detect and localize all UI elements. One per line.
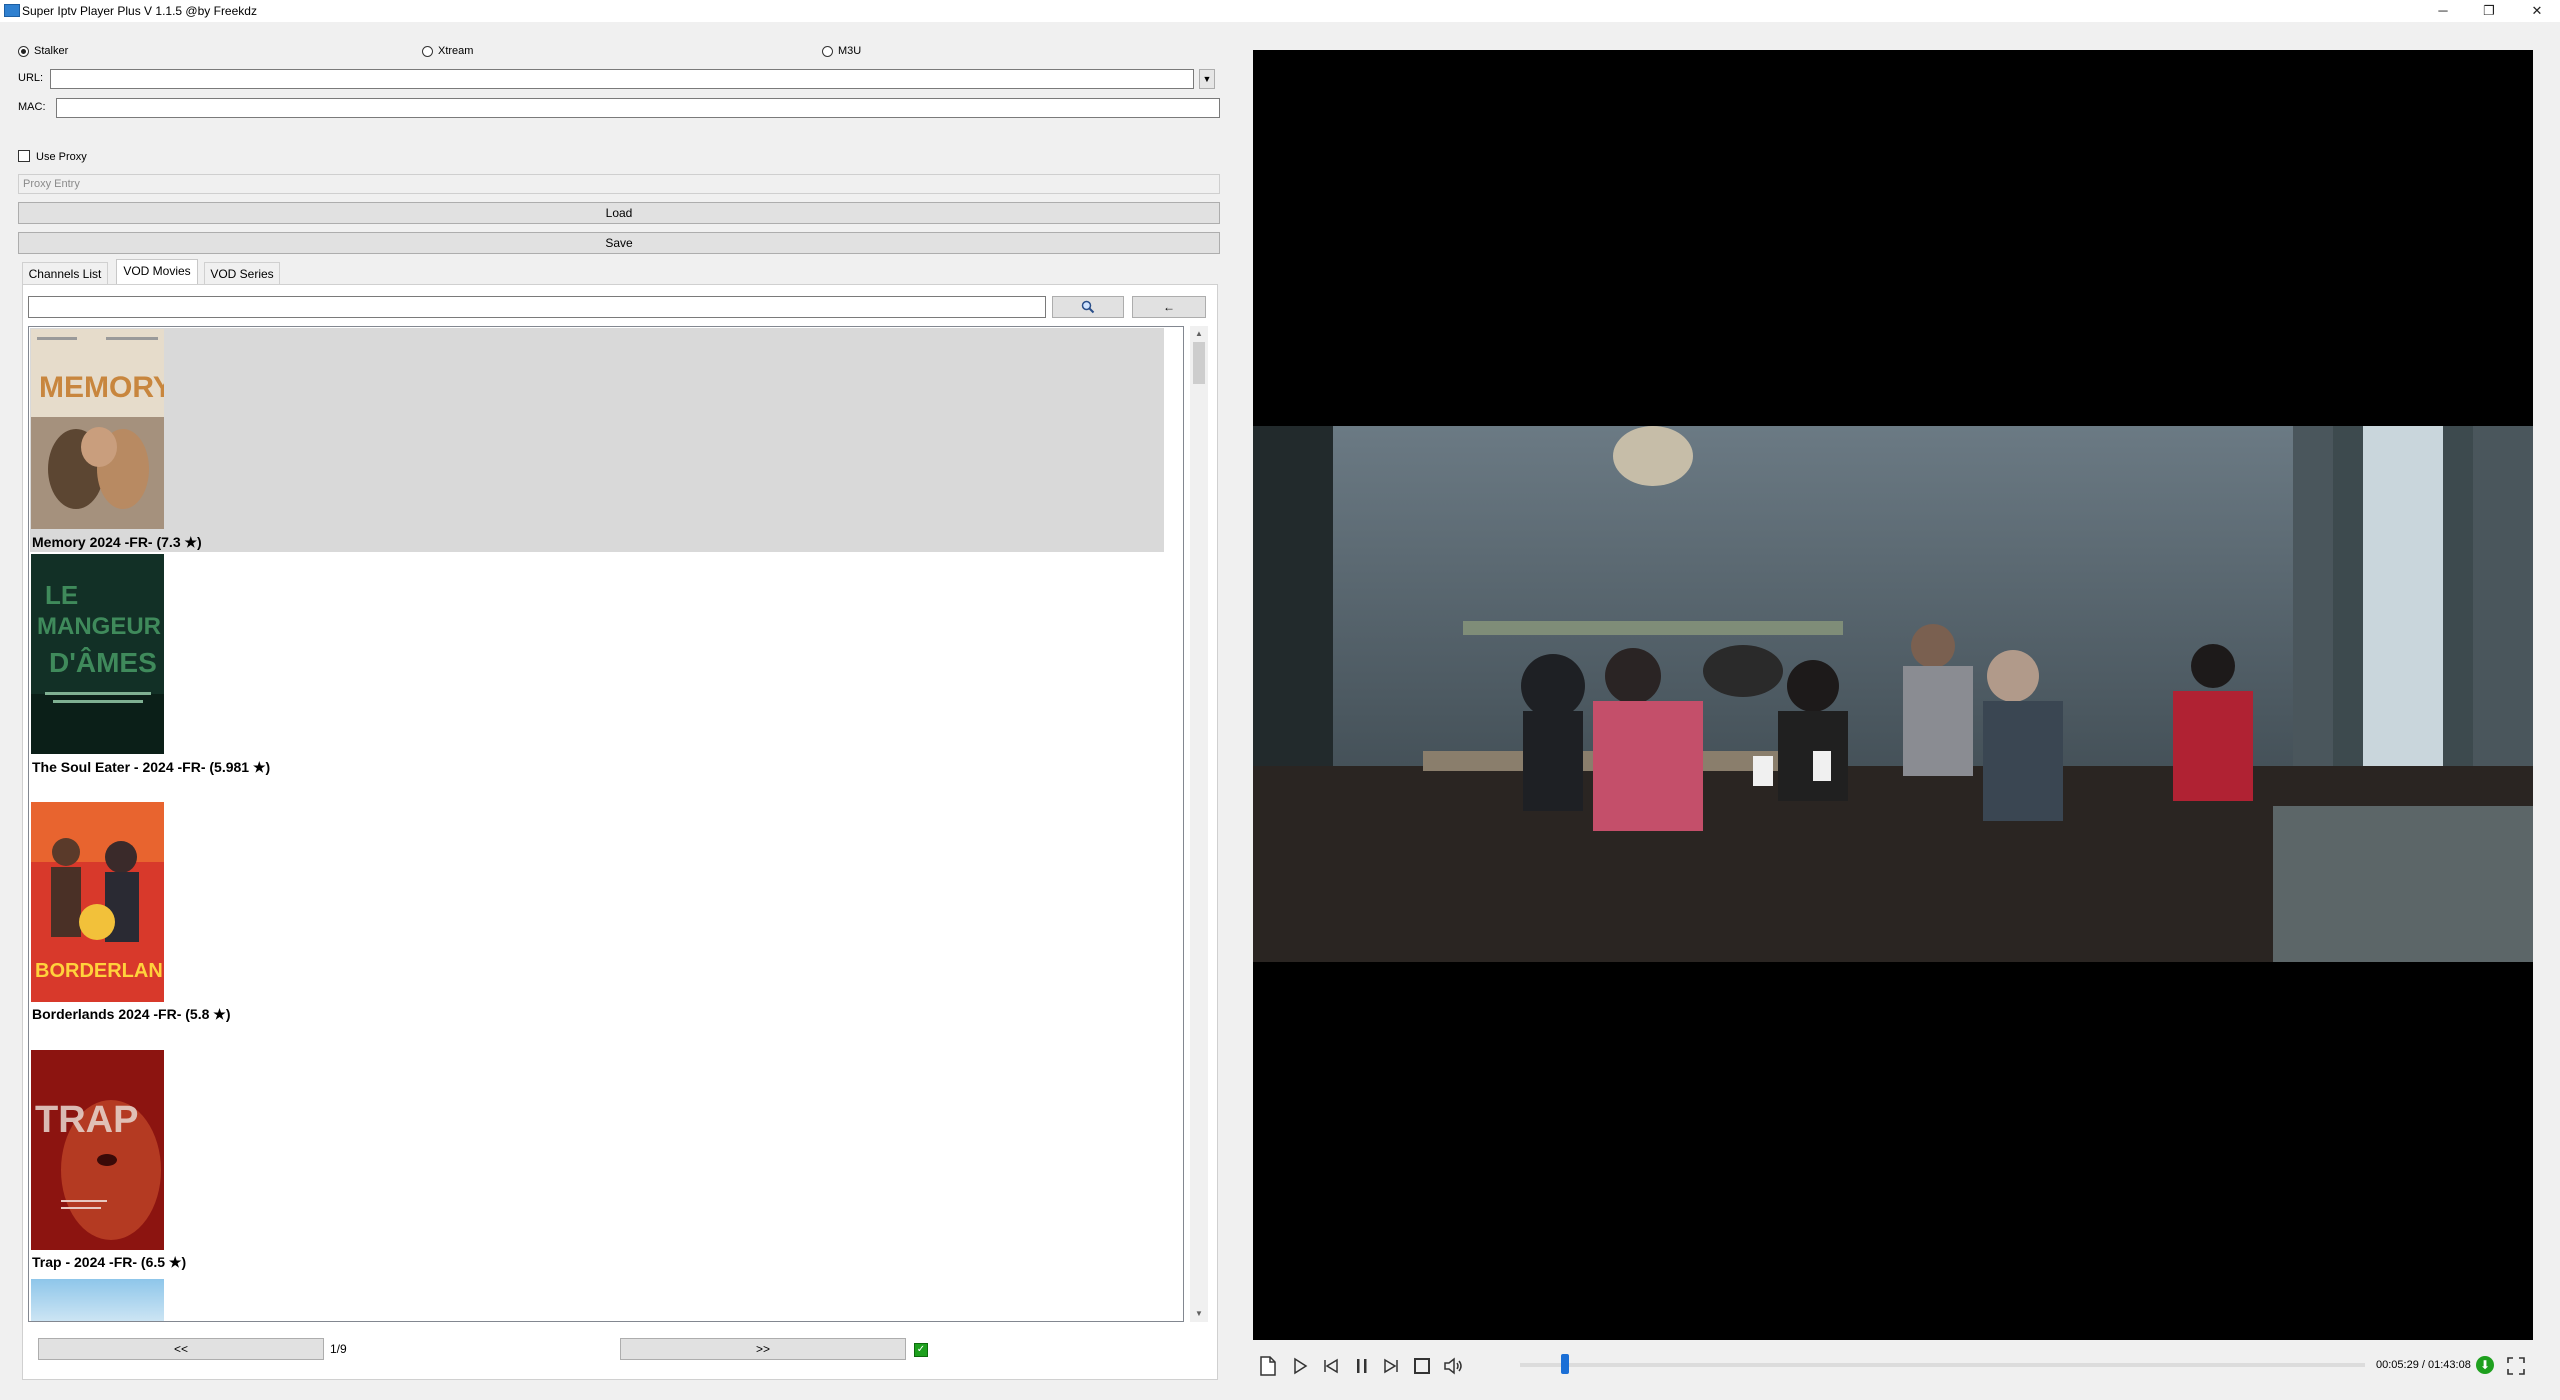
- seek-thumb[interactable]: [1561, 1354, 1569, 1374]
- app-icon: [4, 4, 20, 17]
- url-dropdown-button[interactable]: ▼: [1199, 69, 1215, 89]
- seek-bar[interactable]: [1520, 1363, 2365, 1367]
- radio-m3u[interactable]: M3U: [822, 43, 861, 59]
- back-button[interactable]: ←: [1132, 296, 1206, 318]
- search-input[interactable]: [28, 296, 1046, 318]
- list-scrollbar[interactable]: ▲ ▼: [1190, 326, 1208, 1322]
- download-icon[interactable]: ⬇: [2476, 1356, 2494, 1374]
- list-item-trap[interactable]: TRAP Trap - 2024 -FR- (6.5 ★): [30, 1050, 1164, 1278]
- svg-text:D'ÂMES: D'ÂMES: [49, 647, 157, 678]
- scroll-up-arrow[interactable]: ▲: [1190, 326, 1208, 342]
- svg-text:BORDERLANDS: BORDERLANDS: [35, 960, 164, 982]
- url-label: URL:: [18, 72, 44, 84]
- magnifier-icon: [1081, 300, 1095, 314]
- svg-text:TRAP: TRAP: [35, 1099, 138, 1141]
- movie-title: The Soul Eater - 2024 -FR- (5.981 ★): [32, 759, 271, 775]
- use-proxy-label: Use Proxy: [36, 151, 87, 163]
- svg-text:LE: LE: [45, 580, 78, 610]
- radio-button-checked[interactable]: [18, 45, 29, 57]
- title-bar: [0, 0, 2560, 22]
- load-button[interactable]: Load: [18, 202, 1220, 224]
- use-proxy-checkbox[interactable]: [18, 150, 30, 162]
- radio-stalker[interactable]: Stalker: [18, 43, 68, 59]
- svg-text:MANGEUR: MANGEUR: [37, 613, 161, 640]
- poster-borderlands: BORDERLANDS: [31, 802, 164, 1002]
- fullscreen-icon[interactable]: [2506, 1356, 2526, 1376]
- search-button[interactable]: [1052, 296, 1124, 318]
- radio-label: Xtream: [438, 45, 474, 57]
- close-button[interactable]: ✕: [2514, 0, 2560, 22]
- video-frame: [1253, 426, 2533, 962]
- scroll-down-arrow[interactable]: ▼: [1190, 1306, 1208, 1322]
- radio-xtream[interactable]: Xtream: [422, 43, 473, 59]
- mac-input[interactable]: [56, 98, 1220, 118]
- poster-trap: TRAP: [31, 1050, 164, 1250]
- pause-icon[interactable]: [1351, 1355, 1373, 1377]
- radio-label: Stalker: [34, 45, 69, 57]
- next-page-button[interactable]: >>: [620, 1338, 906, 1360]
- list-item-borderlands[interactable]: BORDERLANDS Borderlands 2024 -FR- (5.8 ★…: [30, 802, 1164, 1032]
- restore-button[interactable]: ❐: [2466, 0, 2512, 22]
- next-icon[interactable]: [1380, 1355, 1402, 1377]
- volume-icon[interactable]: [1442, 1355, 1464, 1377]
- radio-button[interactable]: [422, 45, 433, 57]
- list-item-memory[interactable]: MEMORY Memory 2024 -FR- (7.3 ★): [30, 328, 1164, 552]
- save-button[interactable]: Save: [18, 232, 1220, 254]
- play-icon[interactable]: [1289, 1355, 1311, 1377]
- open-file-icon[interactable]: [1257, 1355, 1279, 1377]
- scroll-thumb[interactable]: [1193, 342, 1205, 384]
- minimize-button[interactable]: ─: [2420, 0, 2466, 22]
- previous-icon[interactable]: [1320, 1355, 1342, 1377]
- svg-text:MEMORY: MEMORY: [39, 371, 164, 404]
- stop-icon[interactable]: [1411, 1355, 1433, 1377]
- green-check-icon: ✓: [914, 1343, 928, 1357]
- list-item-soul-eater[interactable]: LE MANGEUR D'ÂMES The Soul Eater - 2024 …: [30, 553, 1164, 781]
- window-title: Super Iptv Player Plus V 1.1.5 @by Freek…: [22, 4, 257, 18]
- movie-title: Trap - 2024 -FR- (6.5 ★): [32, 1254, 187, 1270]
- poster-partial: [31, 1279, 164, 1321]
- url-input[interactable]: [50, 69, 1194, 89]
- radio-button[interactable]: [822, 45, 833, 57]
- tab-vod-movies[interactable]: VOD Movies: [116, 259, 198, 284]
- proxy-entry-input[interactable]: Proxy Entry: [18, 174, 1220, 194]
- radio-label: M3U: [838, 45, 862, 57]
- list-item-partial[interactable]: [30, 1279, 1164, 1321]
- movie-title: Memory 2024 -FR- (7.3 ★): [32, 534, 202, 550]
- tab-vod-series[interactable]: VOD Series: [204, 262, 280, 284]
- poster-memory: MEMORY: [31, 329, 164, 529]
- tab-channels-list[interactable]: Channels List: [22, 262, 108, 284]
- movie-title: Borderlands 2024 -FR- (5.8 ★): [32, 1006, 231, 1022]
- movie-list[interactable]: MEMORY Memory 2024 -FR- (7.3 ★) LE MANGE…: [28, 326, 1184, 1322]
- time-display: 00:05:29 / 01:43:08: [2376, 1359, 2471, 1371]
- page-indicator: 1/9: [330, 1342, 347, 1356]
- mac-label: MAC:: [18, 101, 46, 113]
- poster-soul-eater: LE MANGEUR D'ÂMES: [31, 554, 164, 754]
- prev-page-button[interactable]: <<: [38, 1338, 324, 1360]
